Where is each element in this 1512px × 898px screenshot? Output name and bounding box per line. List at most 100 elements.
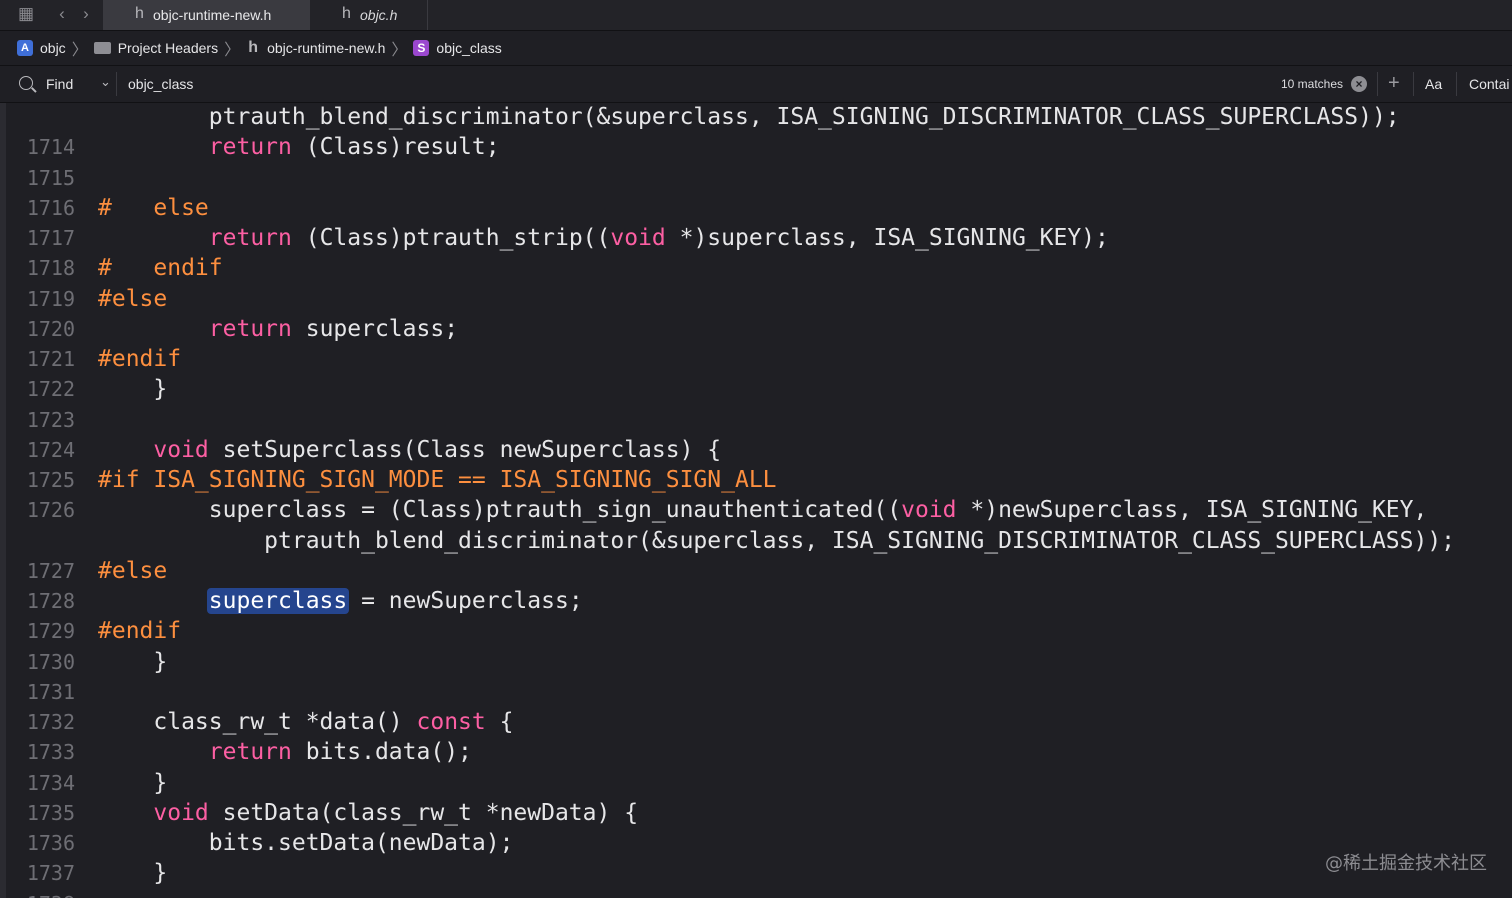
line-number: 1736 <box>26 831 75 855</box>
code-token: ptrauth_blend_discriminator(&superclass,… <box>98 104 1400 130</box>
search-icon <box>19 76 33 90</box>
tab-objc-runtime-new[interactable]: h objc-runtime-new.h <box>103 0 310 30</box>
tab-label: objc.h <box>360 7 398 23</box>
code-line: 1718 # endif <box>0 253 1512 283</box>
chevron-right-icon: 〉 <box>224 42 241 59</box>
code-text: superclass = newSuperclass; <box>98 586 583 616</box>
code-line: 1734 } <box>0 768 1512 798</box>
line-number: 1722 <box>26 377 75 402</box>
code-line: 1724 void setSuperclass(Class newSupercl… <box>0 435 1512 465</box>
breadcrumb-project[interactable]: A objc <box>0 31 66 65</box>
code-text: #endif <box>98 616 181 646</box>
code-line: 1738 <box>0 889 1512 898</box>
preprocessor-token: #else <box>98 557 168 584</box>
header-file-icon: h <box>135 5 144 22</box>
chevron-down-icon[interactable]: ⌄ <box>100 74 111 90</box>
match-case-button[interactable]: Aa <box>1425 76 1442 92</box>
line-number: 1724 <box>26 437 75 462</box>
divider <box>116 72 117 96</box>
code-token: = newSuperclass; <box>347 588 583 614</box>
line-number: 1720 <box>26 316 75 341</box>
code-text: } <box>98 858 167 888</box>
code-text: } <box>98 647 167 677</box>
preprocessor-token: #else <box>98 285 168 312</box>
code-line: 1720 return superclass; <box>0 314 1512 344</box>
keyword-token: void <box>153 799 209 826</box>
code-token: { <box>485 709 514 735</box>
code-text: return superclass; <box>98 314 458 344</box>
breadcrumb-group[interactable]: Project Headers <box>93 31 219 65</box>
line-number: 1715 <box>26 165 75 190</box>
divider <box>1456 72 1457 96</box>
plus-icon[interactable]: + <box>1388 72 1400 95</box>
chevron-right-icon[interactable]: › <box>76 0 96 28</box>
line-number: 1729 <box>26 619 75 644</box>
keyword-token: return <box>208 315 292 342</box>
line-number: 1730 <box>26 649 75 674</box>
tab-label: objc-runtime-new.h <box>153 7 272 23</box>
breadcrumb-file[interactable]: h objc-runtime-new.h <box>246 31 385 65</box>
keyword-token: return <box>208 134 292 161</box>
code-line: ptrauth_blend_discriminator(&superclass,… <box>0 103 1512 132</box>
code-text: #endif <box>98 344 181 374</box>
match-mode-button[interactable]: Contai <box>1469 76 1509 92</box>
line-number: 1717 <box>26 226 75 250</box>
code-line: 1726 superclass = (Class)ptrauth_sign_un… <box>0 495 1512 525</box>
code-line: 1714 return (Class)result; <box>0 132 1512 162</box>
line-number: 1731 <box>26 679 75 704</box>
code-token: } <box>98 769 168 796</box>
header-file-icon: h <box>248 39 258 56</box>
search-match-highlight: superclass <box>206 588 350 614</box>
breadcrumb-symbol[interactable]: S objc_class <box>413 31 502 65</box>
grid-icon[interactable]: ▦ <box>16 0 36 28</box>
code-line: 1731 <box>0 677 1512 707</box>
chevron-right-icon: 〉 <box>71 42 88 59</box>
code-text: ptrauth_blend_discriminator(&superclass,… <box>98 103 1400 132</box>
header-file-icon: h <box>342 5 351 22</box>
code-token: setData(class_rw_t *newData) { <box>208 799 639 826</box>
line-number: 1737 <box>26 861 75 886</box>
code-line: 1727 #else <box>0 556 1512 586</box>
breadcrumb-group-label: Project Headers <box>117 40 219 56</box>
code-text: } <box>98 374 167 404</box>
line-number: 1714 <box>26 135 75 160</box>
code-line: 1729 #endif <box>0 616 1512 646</box>
keyword-token: return <box>208 225 292 251</box>
code-text: } <box>98 768 167 798</box>
code-line: 1716 # else <box>0 193 1512 223</box>
line-number: 1733 <box>26 740 75 765</box>
code-line: 1723 <box>0 405 1512 435</box>
tab-objc[interactable]: h objc.h <box>310 0 428 30</box>
find-mode-select[interactable]: Find <box>46 76 73 92</box>
match-count: 10 matches <box>1281 77 1344 91</box>
breadcrumb-project-label: objc <box>40 40 66 56</box>
code-token: ptrauth_blend_discriminator(&superclass,… <box>98 527 1456 554</box>
code-token: superclass; <box>291 315 459 342</box>
chevron-left-icon[interactable]: ‹ <box>52 0 72 28</box>
divider <box>1377 72 1378 96</box>
preprocessor-token: #if ISA_SIGNING_SIGN_MODE == ISA_SIGNING… <box>98 467 777 493</box>
keyword-token: void <box>153 436 209 463</box>
struct-icon: S <box>413 40 430 56</box>
search-input[interactable] <box>122 71 1284 97</box>
code-line: 1728 superclass = newSuperclass; <box>0 586 1512 616</box>
clear-icon[interactable]: × <box>1351 76 1367 92</box>
code-line: 1719 #else <box>0 284 1512 314</box>
line-number: 1718 <box>26 256 75 281</box>
code-token: superclass = (Class)ptrauth_sign_unauthe… <box>98 497 902 524</box>
find-bar: Find ⌄ 10 matches × + Aa Contai <box>0 66 1512 103</box>
code-token: bits.setData(newData); <box>98 830 514 856</box>
code-text: bits.setData(newData); <box>98 828 514 858</box>
project-icon: A <box>17 40 33 56</box>
code-editor[interactable]: ptrauth_blend_discriminator(&superclass,… <box>0 103 1512 898</box>
line-number: 1727 <box>26 558 75 583</box>
code-text: class_rw_t *data() const { <box>98 707 513 737</box>
code-line: 1733 return bits.data(); <box>0 737 1512 767</box>
